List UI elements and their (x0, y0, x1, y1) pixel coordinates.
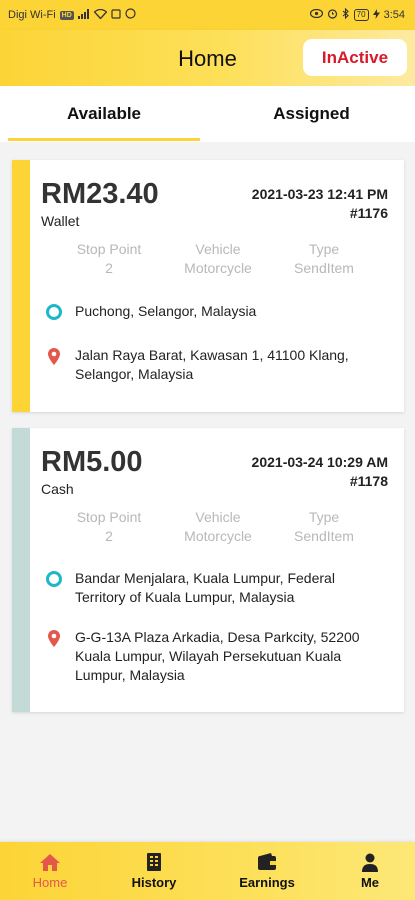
meta-value: SendItem (294, 528, 354, 544)
wallet-icon (257, 852, 277, 872)
dropoff-location: G-G-13A Plaza Arkadia, Desa Parkcity, 52… (44, 628, 375, 685)
whatsapp-icon (125, 8, 136, 22)
order-datetime: 2021-03-23 12:41 PM (251, 186, 388, 202)
order-number: #1178 (349, 473, 388, 489)
type-info: Type SendItem (274, 508, 374, 546)
card-accent-bar (12, 160, 30, 412)
order-tabs: Available Assigned (0, 86, 415, 142)
map-pin-icon (44, 629, 64, 648)
order-number: #1176 (349, 205, 388, 221)
meta-value: 2 (105, 260, 113, 276)
active-tab-indicator (8, 138, 200, 141)
bluetooth-icon (342, 7, 350, 22)
meta-label: Vehicle (195, 241, 241, 257)
vehicle-info: Vehicle Motorcycle (168, 508, 268, 546)
card-accent-bar (12, 428, 30, 712)
clock: 3:54 (383, 9, 405, 21)
pickup-location: Bandar Menjalara, Kuala Lumpur, Federal … (44, 569, 375, 607)
pickup-location: Puchong, Selangor, Malaysia (44, 302, 375, 321)
nav-home-label: Home (32, 875, 68, 890)
payment-method: Wallet (41, 213, 80, 229)
dropoff-address: G-G-13A Plaza Arkadia, Desa Parkcity, 52… (75, 629, 360, 683)
inactive-toggle-button[interactable]: InActive (303, 39, 407, 76)
map-pin-icon (44, 347, 64, 366)
meta-label: Vehicle (195, 509, 241, 525)
history-icon (146, 852, 162, 872)
tab-available[interactable]: Available (8, 86, 200, 142)
meta-label: Stop Point (76, 509, 142, 525)
order-datetime: 2021-03-24 10:29 AM (251, 454, 388, 470)
pickup-address: Bandar Menjalara, Kuala Lumpur, Federal … (75, 570, 335, 605)
dropoff-location: Jalan Raya Barat, Kawasan 1, 41100 Klang… (44, 346, 375, 384)
type-info: Type SendItem (274, 240, 374, 278)
nav-me-label: Me (360, 875, 380, 890)
status-left: Digi Wi-Fi HD (8, 8, 136, 22)
meta-label: Type (308, 509, 340, 525)
signal-icon (77, 8, 90, 22)
stop-point-info: Stop Point 2 (59, 240, 159, 278)
order-card[interactable]: RM5.00 Cash 2021-03-24 10:29 AM #1178 St… (12, 428, 404, 712)
nav-history-label: History (131, 875, 177, 890)
person-icon (361, 852, 379, 872)
bottom-nav: Home History Earnings Me (0, 842, 415, 900)
pickup-address: Puchong, Selangor, Malaysia (75, 303, 257, 319)
vehicle-info: Vehicle Motorcycle (168, 240, 268, 278)
meta-label: Stop Point (76, 241, 142, 257)
nav-home[interactable]: Home (0, 842, 100, 900)
stop-point-info: Stop Point 2 (59, 508, 159, 546)
tab-assigned[interactable]: Assigned (208, 86, 415, 142)
pickup-circle-icon (44, 303, 64, 321)
notification-icon (111, 8, 121, 22)
pickup-circle-icon (44, 570, 64, 588)
eye-icon (309, 8, 323, 21)
app-bar: Home InActive (0, 30, 415, 86)
payment-method: Cash (41, 481, 74, 497)
dropoff-address: Jalan Raya Barat, Kawasan 1, 41100 Klang… (75, 347, 349, 382)
status-bar: Digi Wi-Fi HD 70 3:54 (0, 0, 415, 30)
carrier-label: Digi Wi-Fi (8, 9, 56, 21)
meta-value: Motorcycle (184, 528, 252, 544)
network-badge: HD (59, 10, 74, 20)
meta-value: SendItem (294, 260, 354, 276)
alarm-icon (327, 8, 338, 22)
nav-me[interactable]: Me (320, 842, 415, 900)
home-icon (39, 852, 61, 872)
meta-label: Type (308, 241, 340, 257)
wifi-icon (93, 8, 108, 22)
order-amount: RM23.40 (41, 178, 159, 210)
order-card[interactable]: RM23.40 Wallet 2021-03-23 12:41 PM #1176… (12, 160, 404, 412)
nav-earnings[interactable]: Earnings (217, 842, 317, 900)
order-amount: RM5.00 (41, 446, 143, 478)
nav-history[interactable]: History (104, 842, 204, 900)
status-right: 70 3:54 (309, 7, 405, 22)
meta-value: 2 (105, 528, 113, 544)
meta-value: Motorcycle (184, 260, 252, 276)
battery-level: 70 (353, 9, 369, 21)
charging-icon (372, 8, 380, 22)
nav-earnings-label: Earnings (239, 875, 295, 890)
